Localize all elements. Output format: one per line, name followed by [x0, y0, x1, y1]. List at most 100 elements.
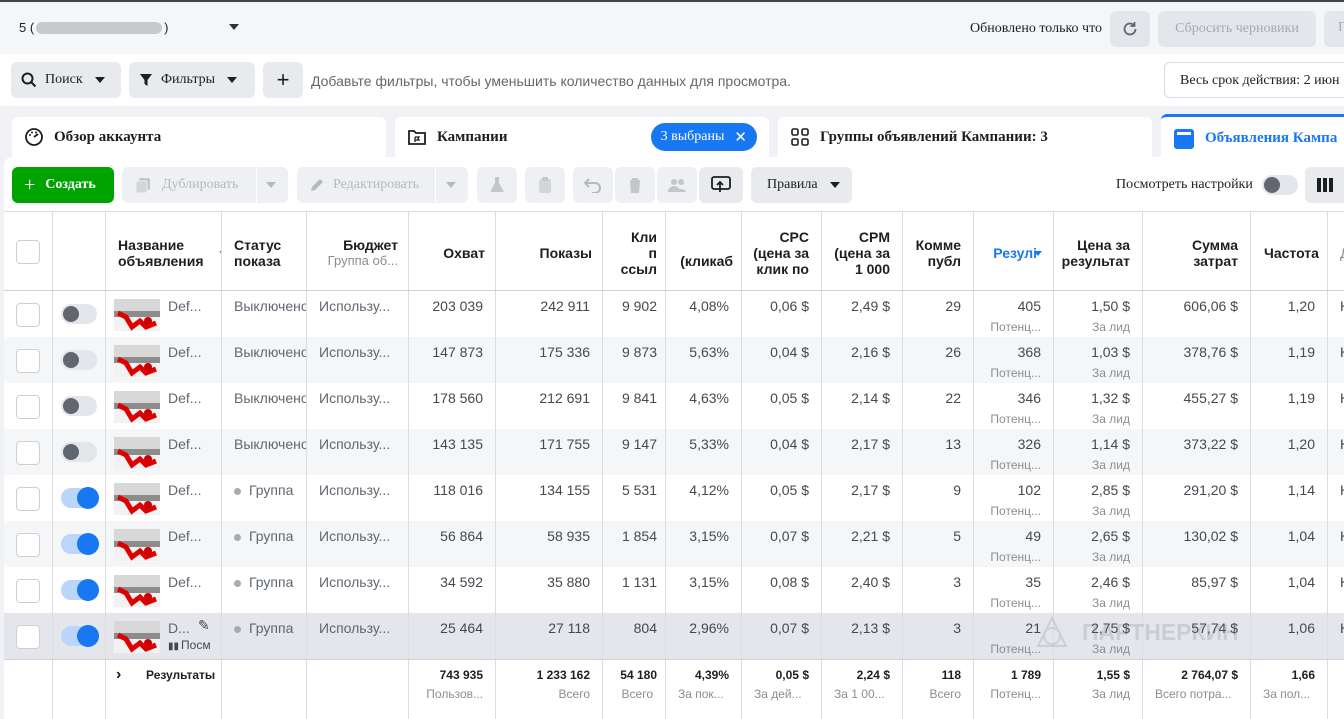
cpr-cell: 2,46 $ За лид: [1054, 567, 1143, 613]
ad-status-toggle[interactable]: [61, 350, 97, 370]
ad-status-toggle[interactable]: [61, 625, 99, 647]
table-row[interactable]: Def... Выключено Использу... 178 560 212 691…: [4, 383, 1344, 429]
copy-icon: [135, 178, 150, 194]
tab-ad-sets[interactable]: Группы объявлений Кампании: 3: [778, 117, 1152, 157]
rules-button[interactable]: Правила: [751, 167, 852, 203]
row-select-cell: [4, 567, 53, 613]
create-button[interactable]: + Создать: [12, 167, 114, 203]
ad-name-cell[interactable]: Def...: [106, 521, 222, 567]
row-checkbox[interactable]: [16, 625, 40, 649]
ad-status-toggle[interactable]: [61, 579, 99, 601]
header-comments[interactable]: Комме публ: [903, 212, 974, 290]
select-all-checkbox[interactable]: [16, 240, 40, 264]
undo-button[interactable]: [573, 167, 613, 203]
header-budget[interactable]: Бюджет Группа об...: [307, 212, 409, 290]
sort-icon[interactable]: [1034, 251, 1042, 256]
header-cpm[interactable]: CPM (цена за 1 000: [822, 212, 903, 290]
date-range-picker[interactable]: Весь срок действия: 2 июн: [1164, 62, 1344, 98]
ad-name-cell[interactable]: Def...: [106, 383, 222, 429]
chevron-down-icon[interactable]: [446, 182, 456, 188]
header-status[interactable]: Статус показа: [222, 212, 307, 290]
ad-status-toggle[interactable]: [61, 442, 97, 462]
header-frequency[interactable]: Частота: [1251, 212, 1328, 290]
ad-name-cell[interactable]: Def...: [106, 291, 222, 337]
results-cell: 405 Потенц...: [974, 291, 1054, 337]
ad-thumbnail: [114, 483, 160, 515]
results-subtext: Потенц...: [990, 412, 1041, 426]
tab-account-overview[interactable]: Обзор аккаунта: [12, 117, 386, 157]
ad-status-toggle[interactable]: [61, 304, 97, 324]
reach-cell: 143 135: [409, 429, 496, 475]
archive-button[interactable]: [525, 167, 565, 203]
preview-button[interactable]: [699, 167, 743, 203]
row-checkbox[interactable]: [16, 533, 40, 557]
cpc-value: 0,05 $: [770, 482, 809, 498]
filters-label: Фильтры: [161, 72, 216, 87]
chevron-down-icon: [94, 77, 105, 83]
cpr-cell: 2,65 $ За лид: [1054, 521, 1143, 567]
totals-label-cell[interactable]: › Результаты: [106, 660, 222, 719]
publish-button[interactable]: П: [1324, 11, 1344, 47]
filter-icon: [140, 74, 152, 86]
header-results[interactable]: Резулі: [974, 212, 1054, 290]
table-row[interactable]: Def... Выключено Использу... 203 039 242 911…: [4, 291, 1344, 337]
row-checkbox[interactable]: [16, 487, 40, 511]
view-charts-label: Посм: [181, 638, 211, 652]
header-last[interactable]: Д: [1328, 212, 1344, 290]
results-cell: 346 Потенц...: [974, 383, 1054, 429]
tab-ads[interactable]: Объявления Кампа: [1161, 114, 1344, 160]
row-checkbox[interactable]: [16, 395, 40, 419]
row-checkbox[interactable]: [16, 579, 40, 603]
delivery-status-cell: Выключено: [222, 291, 307, 337]
ad-status-toggle[interactable]: [61, 396, 97, 416]
ad-name-cell[interactable]: Def...: [106, 429, 222, 475]
account-selector[interactable]: 5 ( ): [19, 20, 169, 35]
delete-button[interactable]: [615, 167, 655, 203]
header-text: CPM: [858, 229, 890, 245]
chevron-right-icon[interactable]: ›: [116, 666, 121, 684]
pencil-icon[interactable]: ✎: [198, 617, 210, 634]
reset-drafts-button[interactable]: Сбросить черновики: [1158, 11, 1316, 47]
tab-campaigns[interactable]: Кампании 3 выбраны ✕: [395, 117, 769, 157]
table-row[interactable]: Def... Выключено Использу... 147 873 175 336…: [4, 337, 1344, 383]
header-ctr[interactable]: (кликаб: [666, 212, 742, 290]
ad-name-cell[interactable]: Def...: [106, 567, 222, 613]
budget-cell: Использу...: [307, 383, 409, 429]
chevron-down-icon[interactable]: [229, 24, 239, 30]
header-link-clicks[interactable]: Кли п ссыл: [603, 212, 666, 290]
table-row[interactable]: Def... Группа Использу... 118 016 134 155 5 5…: [4, 475, 1344, 521]
audience-button[interactable]: [657, 167, 697, 203]
row-checkbox[interactable]: [16, 349, 40, 373]
ab-test-button[interactable]: [477, 167, 517, 203]
columns-button[interactable]: [1305, 167, 1344, 203]
reach-value: 178 560: [432, 390, 483, 406]
search-button[interactable]: Поиск: [11, 62, 121, 98]
add-filter-button[interactable]: +: [263, 62, 303, 98]
close-icon[interactable]: ✕: [734, 128, 747, 147]
ad-name-cell[interactable]: D... ✎ ▮▮ Посм: [106, 613, 222, 659]
ad-name-cell[interactable]: Def...: [106, 337, 222, 383]
delivery-status-text: Выключено: [234, 298, 307, 314]
ad-status-toggle[interactable]: [61, 487, 99, 509]
table-row[interactable]: Def... Группа Использу... 56 864 58 935 1 854…: [4, 521, 1344, 567]
header-impressions[interactable]: Показы: [496, 212, 603, 290]
table-row[interactable]: Def... Группа Использу... 34 592 35 880 1 131…: [4, 567, 1344, 613]
refresh-button[interactable]: [1110, 11, 1150, 47]
header-reach[interactable]: Охват: [409, 212, 496, 290]
selected-badge[interactable]: 3 выбраны ✕: [650, 123, 757, 151]
row-checkbox[interactable]: [16, 441, 40, 465]
ad-status-toggle[interactable]: [61, 533, 99, 555]
row-checkbox[interactable]: [16, 303, 40, 327]
table-row[interactable]: Def... Выключено Использу... 143 135 171 755…: [4, 429, 1344, 475]
filters-button[interactable]: Фильтры: [129, 62, 255, 98]
view-charts-link[interactable]: ▮▮ Посм: [168, 638, 211, 652]
chevron-down-icon[interactable]: [266, 182, 276, 188]
ad-name-cell[interactable]: Def...: [106, 475, 222, 521]
view-settings-toggle[interactable]: [1262, 175, 1298, 195]
duplicate-button[interactable]: Дублировать: [122, 167, 288, 203]
header-cpc[interactable]: CPC (цена за клик по: [742, 212, 822, 290]
header-amount-spent[interactable]: Сумма затрат: [1143, 212, 1251, 290]
header-name[interactable]: Название объявления: [106, 212, 222, 290]
edit-button[interactable]: Редактировать: [297, 167, 468, 203]
header-cost-per-result[interactable]: Цена за результат: [1054, 212, 1143, 290]
